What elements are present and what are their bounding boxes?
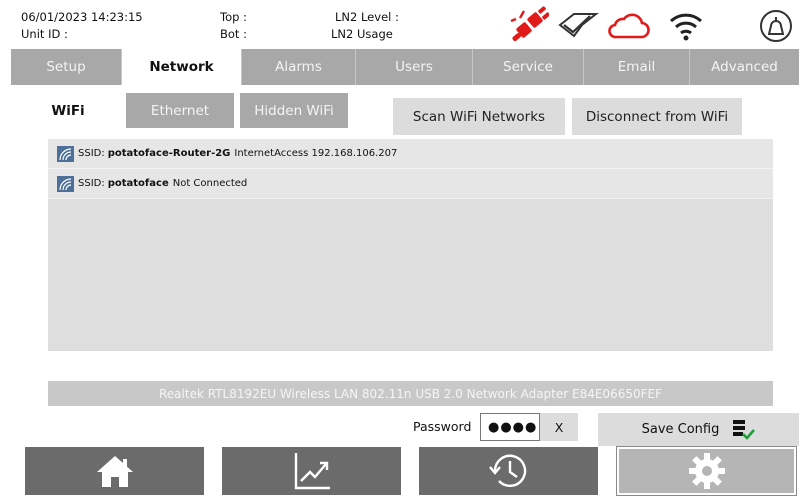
ssid-prefix: SSID: bbox=[78, 148, 105, 159]
settings-button[interactable] bbox=[616, 446, 797, 496]
settings-gear-icon bbox=[688, 453, 725, 489]
wifi-network-list[interactable]: SSID: potatoface-Router-2G InternetAcces… bbox=[48, 139, 773, 351]
trend-button[interactable] bbox=[222, 447, 401, 495]
list-item[interactable]: SSID: potatoface-Router-2G InternetAcces… bbox=[48, 139, 773, 169]
list-item[interactable]: SSID: potatoface Not Connected bbox=[48, 169, 773, 199]
main-tabs: Setup Network Alarms Users Service Email… bbox=[11, 49, 799, 85]
tab-network[interactable]: Network bbox=[122, 49, 242, 85]
ssid-name: potatoface bbox=[107, 178, 169, 189]
tab-setup[interactable]: Setup bbox=[11, 49, 122, 85]
tab-service[interactable]: Service bbox=[473, 49, 584, 85]
cloud-icon[interactable] bbox=[606, 12, 650, 40]
tab-email[interactable]: Email bbox=[584, 49, 690, 85]
home-icon bbox=[96, 456, 133, 487]
ssid-name: potatoface-Router-2G bbox=[107, 148, 231, 159]
ssid-prefix: SSID: bbox=[78, 178, 105, 189]
top-label: Top : bbox=[220, 10, 247, 24]
clear-password-button[interactable]: X bbox=[540, 413, 578, 441]
datetime: 06/01/2023 14:23:15 bbox=[21, 10, 143, 24]
tab-advanced[interactable]: Advanced bbox=[690, 49, 799, 85]
password-input[interactable]: ●●●● bbox=[480, 413, 540, 441]
password-label: Password bbox=[413, 419, 472, 434]
wifi-icon[interactable] bbox=[668, 10, 704, 42]
tab-alarms[interactable]: Alarms bbox=[242, 49, 356, 85]
wifi-signal-icon bbox=[57, 145, 74, 162]
history-clock-icon bbox=[488, 454, 526, 487]
check-diamond-icon[interactable] bbox=[556, 10, 600, 40]
home-button[interactable] bbox=[25, 447, 204, 495]
unit-id-label: Unit ID : bbox=[21, 27, 68, 41]
subtab-hidden-wifi[interactable]: Hidden WiFi bbox=[240, 93, 348, 128]
save-config-label: Save Config bbox=[641, 422, 720, 437]
save-config-icon bbox=[733, 419, 756, 440]
ln2-usage-label: LN2 Usage bbox=[331, 27, 393, 41]
save-config-button[interactable]: Save Config bbox=[598, 413, 799, 446]
subtab-wifi[interactable]: WiFi bbox=[36, 93, 100, 128]
history-button[interactable] bbox=[419, 447, 598, 495]
network-status: InternetAccess 192.168.106.207 bbox=[234, 148, 398, 159]
scan-wifi-button[interactable]: Scan WiFi Networks bbox=[393, 98, 565, 135]
ln2-level-label: LN2 Level : bbox=[335, 10, 399, 24]
tab-users[interactable]: Users bbox=[356, 49, 473, 85]
wifi-signal-icon bbox=[57, 175, 74, 192]
disconnect-wifi-button[interactable]: Disconnect from WiFi bbox=[572, 98, 742, 135]
network-adapter-info: Realtek RTL8192EU Wireless LAN 802.11n U… bbox=[48, 381, 773, 406]
bot-label: Bot : bbox=[220, 27, 247, 41]
network-status: Not Connected bbox=[172, 178, 248, 189]
lid-icon[interactable] bbox=[758, 8, 794, 44]
trend-chart-icon bbox=[294, 453, 330, 490]
subtab-ethernet[interactable]: Ethernet bbox=[126, 93, 234, 128]
power-disconnected-icon[interactable] bbox=[509, 5, 549, 45]
